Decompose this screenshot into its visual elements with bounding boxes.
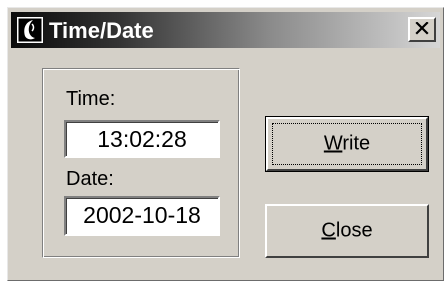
title-bar[interactable]: Time/Date xyxy=(11,12,440,48)
app-logo-icon xyxy=(17,17,43,43)
window-title: Time/Date xyxy=(49,18,154,43)
date-field[interactable]: 2002-10-18 xyxy=(64,196,220,236)
date-label: Date: xyxy=(66,168,114,190)
time-date-dialog: Time/Date Time: 13:02:28 Date: 2002-10-1… xyxy=(7,7,444,281)
time-field[interactable]: 13:02:28 xyxy=(64,120,220,158)
close-button[interactable]: Close xyxy=(265,204,429,258)
time-label: Time: xyxy=(66,88,116,110)
write-button-label: Write xyxy=(323,132,371,155)
write-button[interactable]: Write xyxy=(265,116,429,172)
close-icon[interactable] xyxy=(408,17,436,42)
close-button-label: Close xyxy=(321,219,373,242)
